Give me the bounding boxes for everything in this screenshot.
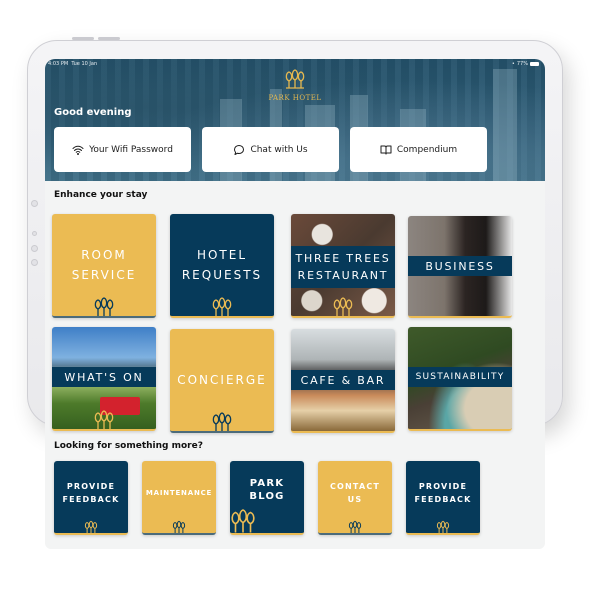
chat-with-us-label: Chat with Us bbox=[250, 144, 308, 155]
tile-maintenance[interactable]: MAINTENANCE bbox=[142, 461, 216, 535]
tile-sustainability[interactable]: SUSTAINABILITY bbox=[408, 327, 512, 431]
three-trees-icon bbox=[94, 297, 114, 316]
tile-cafe-and-bar[interactable]: CAFE & BAR bbox=[291, 329, 395, 433]
side-indicator bbox=[32, 231, 37, 236]
tile-hotel-requests[interactable]: HOTEL REQUESTS bbox=[170, 214, 274, 318]
enhance-section-title: Enhance your stay bbox=[54, 190, 148, 200]
tile-label: ROOM SERVICE bbox=[71, 248, 137, 282]
tile-label: PROVIDE FEEDBACK bbox=[62, 482, 120, 504]
tile-label: THREE TREES RESTAURANT bbox=[295, 252, 391, 282]
wifi-password-button[interactable]: Your Wifi Password bbox=[54, 127, 191, 172]
tile-provide-feedback-2[interactable]: PROVIDE FEEDBACK bbox=[406, 461, 480, 535]
tile-label: WHAT'S ON bbox=[64, 370, 144, 384]
app-screen: 4:03 PM Tue 10 Jan • 77% PARK HOTEL Good… bbox=[45, 59, 545, 549]
three-trees-icon bbox=[333, 297, 353, 316]
tile-whats-on[interactable]: WHAT'S ON bbox=[52, 327, 156, 431]
hero-header: 4:03 PM Tue 10 Jan • 77% PARK HOTEL Good… bbox=[45, 59, 545, 181]
status-bar-time: 4:03 PM Tue 10 Jan bbox=[48, 61, 98, 67]
book-icon bbox=[380, 145, 392, 154]
tile-concierge[interactable]: CONCIERGE bbox=[170, 329, 274, 433]
battery-percent: 77% bbox=[516, 61, 528, 67]
status-bar-right: • 77% bbox=[512, 61, 539, 67]
three-trees-icon bbox=[94, 410, 114, 429]
three-trees-icon bbox=[84, 520, 98, 533]
tile-label: MAINTENANCE bbox=[145, 488, 213, 497]
three-trees-icon bbox=[348, 520, 362, 533]
hero-background-building bbox=[493, 69, 517, 181]
tile-label: PARK BLOG bbox=[249, 478, 285, 502]
wifi-status-icon: • bbox=[511, 61, 515, 67]
side-indicator bbox=[31, 245, 38, 252]
tile-room-service[interactable]: ROOM SERVICE bbox=[52, 214, 156, 318]
tile-three-trees-restaurant[interactable]: THREE TREES RESTAURANT bbox=[291, 214, 395, 318]
wifi-icon bbox=[72, 145, 84, 155]
tile-label-band: SUSTAINABILITY bbox=[408, 367, 512, 387]
tile-contact-us[interactable]: CONTACT US bbox=[318, 461, 392, 535]
tile-park-blog[interactable]: PARK BLOG bbox=[230, 461, 304, 535]
compendium-button[interactable]: Compendium bbox=[350, 127, 487, 172]
tile-label-band: CAFE & BAR bbox=[291, 370, 395, 390]
tile-label: BUSINESS bbox=[425, 259, 495, 273]
three-trees-icon bbox=[436, 520, 450, 533]
tile-label: HOTEL REQUESTS bbox=[181, 248, 263, 282]
chat-with-us-button[interactable]: Chat with Us bbox=[202, 127, 339, 172]
three-trees-icon bbox=[212, 412, 232, 431]
tile-label: CONTACT US bbox=[329, 482, 381, 504]
three-trees-icon bbox=[231, 509, 255, 533]
greeting-text: Good evening bbox=[54, 107, 132, 118]
three-trees-icon bbox=[285, 69, 305, 89]
chat-bubble-icon bbox=[234, 144, 245, 155]
battery-icon bbox=[530, 62, 539, 66]
side-indicator bbox=[31, 200, 38, 207]
side-indicator bbox=[31, 259, 38, 266]
tile-provide-feedback[interactable]: PROVIDE FEEDBACK bbox=[54, 461, 128, 535]
compendium-label: Compendium bbox=[396, 144, 458, 155]
hotel-logo: PARK HOTEL bbox=[263, 69, 327, 102]
tile-label: PROVIDE FEEDBACK bbox=[414, 482, 472, 504]
tile-label-band: THREE TREES RESTAURANT bbox=[291, 246, 395, 288]
tile-label: CONCIERGE bbox=[177, 373, 267, 387]
tile-business[interactable]: BUSINESS bbox=[408, 216, 512, 318]
tile-label-band: WHAT'S ON bbox=[52, 367, 156, 387]
tile-label: CAFE & BAR bbox=[300, 373, 386, 387]
three-trees-icon bbox=[172, 520, 186, 533]
tile-label-band: BUSINESS bbox=[408, 256, 512, 276]
wifi-password-label: Your Wifi Password bbox=[89, 144, 173, 155]
tile-label: SUSTAINABILITY bbox=[415, 371, 505, 382]
three-trees-icon bbox=[212, 297, 232, 316]
hotel-name: PARK HOTEL bbox=[268, 94, 322, 102]
more-section-title: Looking for something more? bbox=[54, 441, 203, 451]
